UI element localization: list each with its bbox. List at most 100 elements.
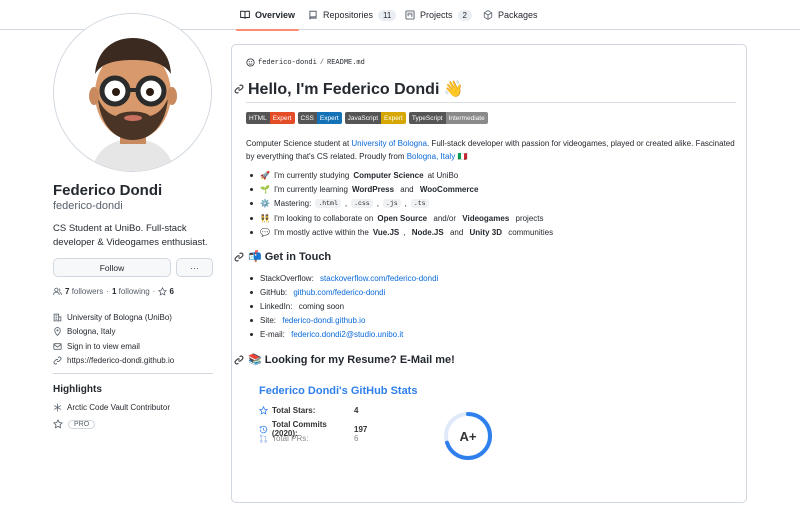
list-text: I'm mostly active within the xyxy=(273,227,369,237)
location: Bologna, Italy xyxy=(67,327,116,337)
package-icon xyxy=(483,10,493,20)
inline-code: .css xyxy=(351,199,373,209)
highlight-arctic-vault-label: Arctic Code Vault Contributor xyxy=(67,403,171,412)
tab-overview-label: Overview xyxy=(255,10,296,20)
contact-item: GitHub: github.com/federico-dondi xyxy=(246,285,438,299)
list-text: , xyxy=(376,199,379,209)
tab-overview[interactable]: Overview xyxy=(235,0,300,31)
resume-heading-text: 📚 Looking for my Resume? E-Mail me! xyxy=(248,354,455,366)
list-text: I'm currently learning xyxy=(273,184,348,194)
list-text: I'm currently studying xyxy=(273,170,350,180)
email-link[interactable]: federico.dondi2@studio.unibo.it xyxy=(291,330,403,339)
stars-count: 6 xyxy=(169,287,174,296)
contact-heading: 📬 Get in Touch xyxy=(234,250,331,263)
gear-icon: ⚙️ xyxy=(260,199,270,209)
list-text: projects xyxy=(513,213,544,223)
profile-username: federico-dondi xyxy=(53,200,123,212)
list-text: at UniBo xyxy=(427,170,459,180)
intro-text: Computer Science student at xyxy=(246,139,352,148)
tab-projects[interactable]: Projects 2 xyxy=(405,0,472,30)
memoji-avatar-image xyxy=(54,14,211,171)
list-text: Mastering: xyxy=(273,199,312,209)
followers-label: followers xyxy=(71,287,104,296)
tab-repositories-label: Repositories xyxy=(323,10,374,20)
list-bold: Node.JS xyxy=(411,227,444,237)
list-text: and xyxy=(447,227,466,237)
star-icon xyxy=(53,419,63,429)
badge-label: CSS xyxy=(297,112,317,124)
badge-value: Expert xyxy=(381,112,406,124)
badge-label: HTML xyxy=(246,112,270,124)
readme-title: Hello, I'm Federico Dondi 👋 xyxy=(234,79,464,99)
project-icon xyxy=(405,10,415,20)
seedling-icon: 🌱 xyxy=(260,184,270,194)
inline-code: .ts xyxy=(410,199,429,209)
list-item: ⚙️ Mastering: .html, .css, .js, .ts xyxy=(246,197,553,211)
pull-request-icon xyxy=(259,434,268,443)
readme-path-user[interactable]: federico-dondi xyxy=(258,59,317,67)
email-row[interactable]: Sign in to view email xyxy=(53,339,174,354)
link-icon xyxy=(53,356,62,365)
following-link[interactable]: 1 following xyxy=(112,287,150,296)
contact-heading-text: 📬 Get in Touch xyxy=(248,251,332,263)
list-bold: Videogames xyxy=(462,213,510,223)
bologna-link[interactable]: Bologna, Italy xyxy=(407,152,455,161)
stackoverflow-link[interactable]: stackoverflow.com/federico-dondi xyxy=(320,274,438,283)
tab-repositories[interactable]: Repositories 11 xyxy=(308,0,397,30)
mail-icon xyxy=(53,343,62,350)
contact-key: LinkedIn: xyxy=(260,301,295,311)
sidebar-divider xyxy=(53,373,213,374)
contact-list: StackOverflow: stackoverflow.com/federic… xyxy=(246,271,438,341)
more-options-button[interactable]: ··· xyxy=(176,258,213,277)
contact-item: E-mail: federico.dondi2@studio.unibo.it xyxy=(246,327,438,341)
website-link[interactable]: https://federico-dondi.github.io xyxy=(67,356,174,365)
tab-packages-label: Packages xyxy=(498,10,538,20)
resume-heading: 📚 Looking for my Resume? E-Mail me! xyxy=(234,353,455,366)
list-item: 🌱 I'm currently learning WordPress and Wo… xyxy=(246,182,553,196)
university-link[interactable]: University of Bologna xyxy=(351,139,427,148)
list-text: , xyxy=(404,199,407,209)
list-bold: WordPress xyxy=(351,184,395,194)
inline-code: .js xyxy=(382,199,401,209)
stat-value: 197 xyxy=(354,424,368,434)
anchor-link-icon[interactable] xyxy=(234,252,244,262)
vcard-details: University of Bologna (UniBo) Bologna, I… xyxy=(53,310,174,368)
badge-value: Intermediate xyxy=(445,112,488,124)
readme-path-separator: / xyxy=(319,58,325,67)
followers-count: 7 xyxy=(65,287,70,296)
avatar[interactable] xyxy=(53,13,212,172)
about-list: 🚀 I'm currently studying Computer Science… xyxy=(246,168,553,239)
github-link[interactable]: github.com/federico-dondi xyxy=(293,288,385,297)
rank-grade: A+ xyxy=(459,428,477,444)
stars-link[interactable]: 6 xyxy=(158,287,174,296)
tab-packages[interactable]: Packages xyxy=(483,0,538,30)
stat-label: Total PRs: xyxy=(272,434,309,443)
profile-bio: CS Student at UniBo. Full-stack develope… xyxy=(53,223,208,248)
badge-label: JavaScript xyxy=(344,112,382,124)
list-text: , xyxy=(344,199,348,209)
star-icon xyxy=(259,406,268,415)
followers-link[interactable]: 7 followers xyxy=(65,287,103,296)
list-item: 👯 I'm looking to collaborate on Open Sour… xyxy=(246,211,553,225)
organization-icon xyxy=(53,313,62,322)
follow-stats: 7 followers · 1 following · 6 xyxy=(53,287,174,296)
list-bold: Vue.JS xyxy=(372,227,400,237)
follow-button[interactable]: Follow xyxy=(53,258,171,277)
website-row[interactable]: https://federico-dondi.github.io xyxy=(53,354,174,369)
anchor-link-icon[interactable] xyxy=(234,84,244,94)
email-signin-link[interactable]: Sign in to view email xyxy=(67,342,140,351)
list-item: 💬 I'm mostly active within the Vue.JS, No… xyxy=(246,225,553,239)
readme-intro: Computer Science student at University o… xyxy=(246,137,736,163)
contact-key: E-mail: xyxy=(260,329,288,339)
highlight-arctic-vault[interactable]: Arctic Code Vault Contributor xyxy=(53,403,170,412)
history-icon xyxy=(259,425,268,433)
list-text: and/or xyxy=(431,213,459,223)
site-link[interactable]: federico-dondi.github.io xyxy=(282,316,365,325)
badge-value: Expert xyxy=(269,112,295,124)
readme-path-file[interactable]: README.md xyxy=(327,59,365,67)
list-bold: Unity 3D xyxy=(469,227,502,237)
location-icon xyxy=(54,327,61,337)
anchor-link-icon[interactable] xyxy=(234,355,244,365)
github-stats-card: Federico Dondi's GitHub Stats Total Star… xyxy=(248,370,535,483)
readme-title-text: Hello, I'm Federico Dondi 👋 xyxy=(248,81,464,98)
